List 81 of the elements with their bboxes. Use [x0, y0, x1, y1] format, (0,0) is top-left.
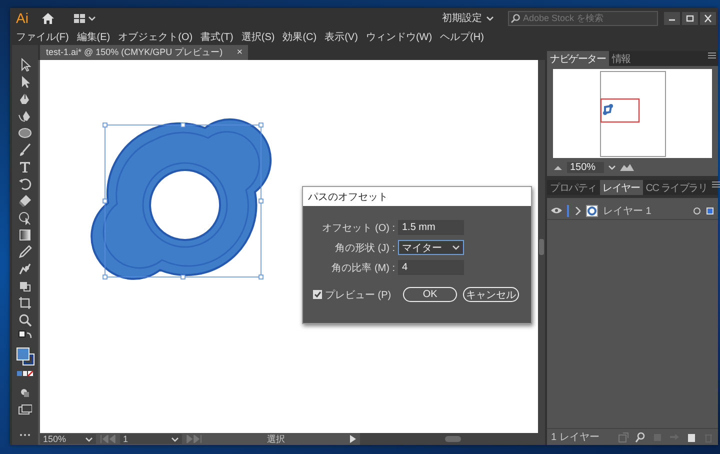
layer-count: 1 レイヤー [551, 431, 600, 444]
ellipse-icon[interactable] [18, 126, 32, 140]
screen-mode-icon[interactable] [18, 403, 32, 417]
zoom-dropdown[interactable]: 150% [40, 434, 96, 444]
scroll-thumb[interactable] [539, 238, 544, 254]
zoom-field[interactable]: 150% [567, 162, 604, 172]
eyedropper-icon[interactable] [18, 245, 32, 259]
panel-tab[interactable]: 情報 [608, 51, 634, 66]
menu-item[interactable]: 書式(T) [196, 30, 238, 44]
target-icon[interactable] [693, 206, 701, 214]
live-paint-icon[interactable] [18, 279, 32, 293]
cancel-button[interactable]: キャンセル [463, 287, 520, 302]
gradient-icon[interactable] [18, 228, 32, 242]
caret-icon[interactable] [171, 436, 179, 442]
layer-name[interactable]: レイヤー 1 [603, 204, 688, 218]
horizontal-scrollbar[interactable] [360, 433, 545, 445]
caret-icon[interactable] [88, 14, 96, 22]
eye-icon[interactable] [551, 207, 562, 214]
maximize-button[interactable] [682, 12, 698, 24]
menu-item[interactable]: 選択(S) [237, 30, 279, 44]
panel-tab[interactable]: プロパティ [547, 180, 600, 195]
zoom-out-icon[interactable] [553, 164, 563, 170]
minimize-button[interactable] [664, 12, 680, 24]
workspace-switcher[interactable]: 初期設定 [442, 11, 494, 25]
rotate-icon[interactable] [18, 177, 32, 191]
caret-icon[interactable] [452, 244, 460, 251]
blend-icon[interactable] [18, 262, 32, 276]
vertical-scrollbar[interactable] [538, 60, 545, 433]
menu-item[interactable]: 表示(V) [320, 30, 362, 44]
dialog-title: パスのオフセット [308, 190, 388, 204]
draw-mode-icon[interactable] [18, 386, 32, 400]
menu-item[interactable]: オブジェクト(O) [114, 30, 197, 44]
current-tool: 選択 [266, 432, 286, 446]
search-field[interactable]: Adobe Stock を検索 [508, 10, 658, 26]
caret-icon[interactable] [85, 436, 93, 442]
scroll-thumb[interactable] [444, 436, 460, 442]
menu-icon[interactable] [706, 51, 718, 60]
brush-icon[interactable] [18, 143, 32, 157]
ok-button[interactable]: OK [403, 287, 458, 302]
artboard-dropdown[interactable]: 1 [120, 434, 182, 444]
field-label: 角の形状 (J) : [334, 242, 395, 254]
caret-icon[interactable] [608, 164, 616, 170]
menu-item[interactable]: ウィンドウ(W) [362, 30, 436, 44]
input-field[interactable]: 4 [398, 260, 464, 275]
panel-tab[interactable]: CC ライブラリ [642, 180, 710, 195]
field-label: 角の比率 (M) : [330, 262, 395, 274]
caret-icon[interactable] [486, 14, 494, 22]
input-field[interactable]: 1.5 mm [398, 220, 464, 235]
menu-item[interactable]: ヘルプ(H) [436, 30, 488, 44]
layout-icon[interactable] [74, 14, 85, 22]
curvature-pen-icon[interactable] [18, 109, 32, 123]
preview-checkbox[interactable] [313, 290, 322, 299]
close-button[interactable] [700, 12, 716, 24]
expand-caret-icon[interactable] [574, 206, 581, 214]
menu-item[interactable]: ファイル(F) [12, 30, 73, 44]
menu-icon[interactable] [710, 180, 720, 189]
pen-icon[interactable] [18, 92, 32, 106]
eraser-icon[interactable] [18, 194, 32, 208]
menu-item[interactable]: 編集(E) [72, 30, 114, 44]
artboard-icon[interactable] [18, 296, 32, 310]
panel-tab[interactable]: ナビゲーター [547, 51, 609, 66]
layer-thumbnail [586, 204, 598, 216]
shape-builder-icon[interactable] [18, 211, 32, 225]
corner-dropdown[interactable]: マイター [398, 240, 464, 255]
field-label: オフセット (O) : [321, 222, 395, 234]
app-logo: Ai [16, 10, 30, 26]
panel-tab[interactable]: レイヤー [600, 180, 643, 195]
checkbox-label: プレビュー (P) [325, 288, 392, 302]
type-icon[interactable] [18, 160, 32, 174]
play-icon[interactable] [350, 435, 356, 443]
selection-indicator [706, 206, 714, 214]
zoom-in-icon[interactable] [620, 163, 634, 171]
search-icon[interactable] [635, 432, 646, 442]
view-area-drawing [600, 98, 640, 123]
zoom-icon[interactable] [18, 313, 32, 327]
document-tab[interactable]: test-1.ai* @ 150% (CMYK/GPU プレビュー) × [40, 45, 248, 60]
home-icon[interactable] [42, 12, 54, 24]
close-tab-button[interactable]: × [236, 47, 243, 58]
menu-item[interactable]: 効果(C) [278, 30, 321, 44]
new-layer-icon[interactable] [686, 432, 697, 442]
fill-stroke-swatch[interactable] [16, 347, 34, 366]
